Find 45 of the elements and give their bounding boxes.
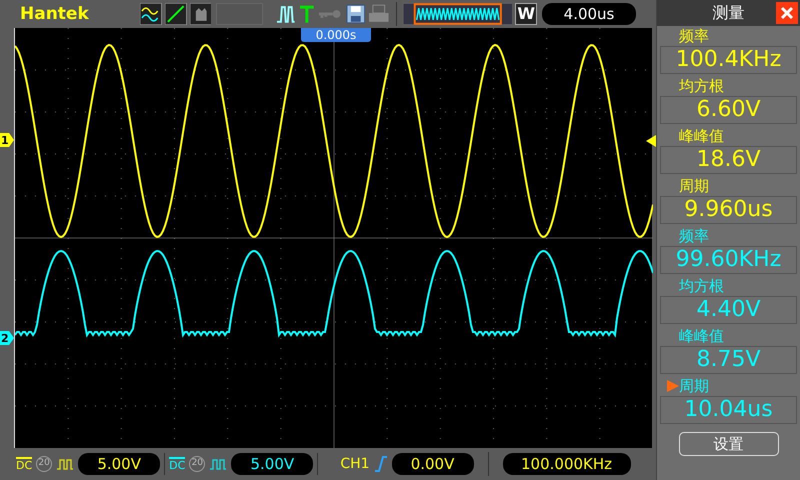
timebase-readout: 4.00us <box>542 3 636 25</box>
measurement-label: 均方根 <box>679 278 724 294</box>
measurement-label: 频率 <box>679 28 709 44</box>
pulse-icon <box>276 4 296 24</box>
save-icon[interactable] <box>346 4 366 24</box>
measurement-value[interactable]: 4.40V <box>660 296 797 324</box>
settings-button[interactable]: 设置 <box>678 432 778 456</box>
measurement-value[interactable]: 100.4KHz <box>660 46 797 74</box>
waveform-position-icon[interactable] <box>402 3 512 25</box>
frequency-readout: 100.000KHz <box>502 453 631 475</box>
measurement-value[interactable]: 6.60V <box>660 96 797 124</box>
measurement-value[interactable]: 10.04us <box>660 396 797 424</box>
coupling-label: DC <box>16 457 32 471</box>
channel-marker[interactable]: 1 <box>0 133 14 147</box>
volts-per-div-readout: 5.00V <box>78 453 160 475</box>
close-icon <box>780 6 794 20</box>
line-icon[interactable] <box>164 3 187 25</box>
measurement-value[interactable]: 8.75V <box>660 346 797 374</box>
pulse-icon <box>209 457 228 471</box>
rising-edge-icon <box>374 456 388 472</box>
selection-arrow-icon <box>667 380 679 392</box>
measurement-value[interactable]: 9.960us <box>660 196 797 224</box>
trigger-level-readout: 0.00V <box>392 453 474 475</box>
wave-display-icon[interactable] <box>140 3 162 25</box>
trigger-position-label[interactable]: 0.000s <box>301 28 371 42</box>
trigger-t-icon <box>298 4 314 24</box>
measurement-label: 均方根 <box>679 78 724 94</box>
brand-logo: Hantek <box>20 6 90 22</box>
measurement-value[interactable]: 18.6V <box>660 146 797 174</box>
measurement-label: 周期 <box>679 378 709 394</box>
measurement-label: 峰峰值 <box>679 128 724 144</box>
volts-per-div-readout: 5.00V <box>231 453 314 475</box>
panel-title: 测量 <box>712 2 744 24</box>
pulse-icon <box>56 457 74 471</box>
trigger-source-label: CH1 <box>340 454 370 474</box>
channel-marker[interactable]: 2 <box>0 331 14 345</box>
coupling-label: DC <box>169 457 186 471</box>
measurement-label: 峰峰值 <box>679 328 724 344</box>
measurement-label: 频率 <box>679 228 709 244</box>
measurement-label: 周期 <box>679 178 709 194</box>
measurement-value[interactable]: 99.60KHz <box>660 246 797 274</box>
bandwidth-limit-label: 20 <box>36 456 52 472</box>
mode-indicator: W <box>515 3 538 25</box>
bandwidth-limit-label: 20 <box>189 456 206 472</box>
close-button[interactable] <box>776 2 798 24</box>
